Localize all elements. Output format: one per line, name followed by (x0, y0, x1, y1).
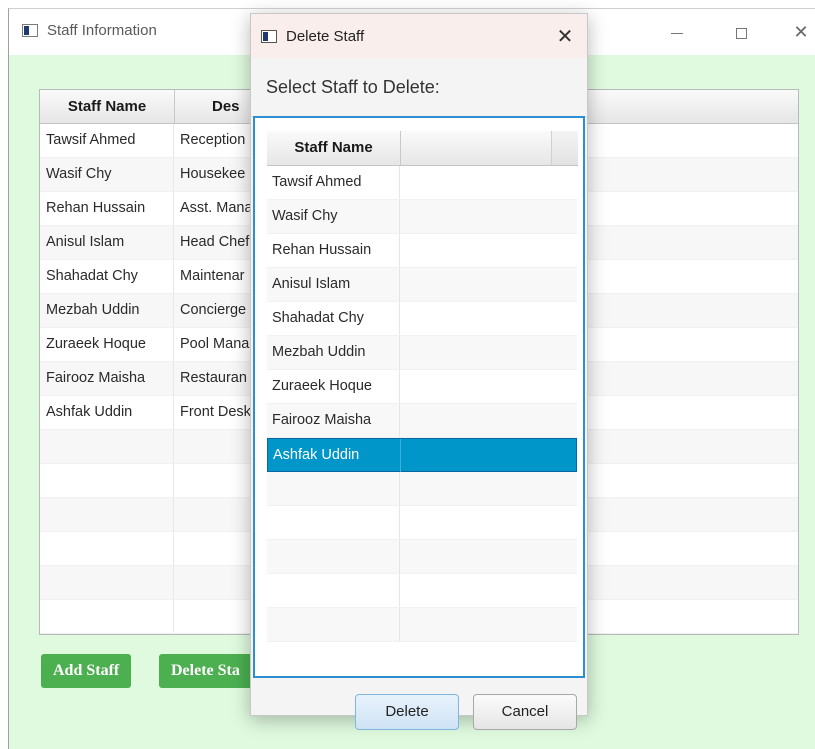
staff-name-cell (40, 498, 174, 531)
delete-staff-dialog: Delete Staff ✕ Select Staff to Delete: S… (250, 13, 588, 730)
staff-select-list[interactable]: Staff Name Tawsif Ahmed Wasif Chy Rehan Hu… (253, 116, 585, 678)
list-item-label: Anisul Islam (267, 268, 400, 301)
dialog-column-header-empty (401, 131, 551, 166)
list-item[interactable]: Wasif Chy (267, 200, 577, 234)
list-item[interactable]: Tawsif Ahmed (267, 166, 577, 200)
staff-name-cell: Rehan Hussain (40, 192, 174, 225)
staff-name-cell: Zuraeek Hoque (40, 328, 174, 361)
cancel-button[interactable]: Cancel (473, 694, 577, 730)
staff-name-cell: Anisul Islam (40, 226, 174, 259)
empty-list-item[interactable] (267, 574, 577, 608)
staff-name-cell (40, 430, 174, 463)
list-item-label (267, 574, 400, 607)
list-item-label: Zuraeek Hoque (267, 370, 400, 403)
dialog-column-header-staff-name[interactable]: Staff Name (267, 131, 401, 166)
add-staff-button[interactable]: Add Staff (41, 654, 132, 688)
list-item-label (267, 506, 400, 539)
dialog-title: Delete Staff (286, 28, 365, 45)
staff-name-cell (40, 532, 174, 565)
list-item[interactable]: Rehan Hussain (267, 234, 577, 268)
staff-name-cell: Ashfak Uddin (40, 396, 174, 429)
empty-list-item[interactable] (267, 472, 577, 506)
close-icon[interactable]: ✕ (781, 17, 815, 47)
list-item[interactable]: Mezbah Uddin (267, 336, 577, 370)
staff-name-cell: Tawsif Ahmed (40, 124, 174, 157)
list-item-label: Ashfak Uddin (268, 439, 401, 472)
list-item-label: Tawsif Ahmed (267, 166, 400, 199)
staff-name-cell: Fairooz Maisha (40, 362, 174, 395)
list-item-label: Fairooz Maisha (267, 404, 400, 437)
dialog-column-header-filler (551, 131, 578, 166)
staff-name-cell: Wasif Chy (40, 158, 174, 191)
staff-name-cell: Mezbah Uddin (40, 294, 174, 327)
list-item-label: Shahadat Chy (267, 302, 400, 335)
staff-select-table: Staff Name Tawsif Ahmed Wasif Chy Rehan Hu… (267, 131, 578, 666)
staff-name-cell (40, 600, 174, 633)
list-item-label: Wasif Chy (267, 200, 400, 233)
staff-name-cell (40, 566, 174, 599)
maximize-icon[interactable] (721, 17, 761, 47)
list-item-label (267, 472, 400, 505)
dialog-header: Select Staff to Delete: (251, 58, 587, 117)
column-header-staff-name[interactable]: Staff Name (40, 90, 175, 123)
list-item[interactable]: Shahadat Chy (267, 302, 577, 336)
delete-staff-button[interactable]: Delete Sta (159, 654, 255, 688)
delete-button[interactable]: Delete (355, 694, 459, 730)
list-item[interactable]: Zuraeek Hoque (267, 370, 577, 404)
list-item-label: Mezbah Uddin (267, 336, 400, 369)
staff-select-body: Tawsif Ahmed Wasif Chy Rehan Hussain Anisul… (267, 166, 577, 666)
window-app-icon (22, 24, 38, 37)
staff-name-cell (40, 464, 174, 497)
main-window-title: Staff Information (47, 22, 157, 39)
list-item-label: Rehan Hussain (267, 234, 400, 267)
minimize-icon[interactable] (657, 17, 697, 47)
list-item[interactable]: Anisul Islam (267, 268, 577, 302)
list-item[interactable]: Ashfak Uddin (267, 438, 577, 472)
dialog-header-text: Select Staff to Delete: (266, 77, 440, 97)
empty-list-item[interactable] (267, 506, 577, 540)
list-item[interactable]: Fairooz Maisha (267, 404, 577, 438)
list-item-label (267, 540, 400, 573)
dialog-app-icon (261, 30, 277, 43)
staff-name-cell: Shahadat Chy (40, 260, 174, 293)
dialog-titlebar: Delete Staff ✕ (251, 14, 587, 58)
list-item-label (267, 608, 400, 641)
dialog-close-icon[interactable]: ✕ (553, 25, 577, 49)
empty-list-item[interactable] (267, 540, 577, 574)
empty-list-item[interactable] (267, 608, 577, 642)
